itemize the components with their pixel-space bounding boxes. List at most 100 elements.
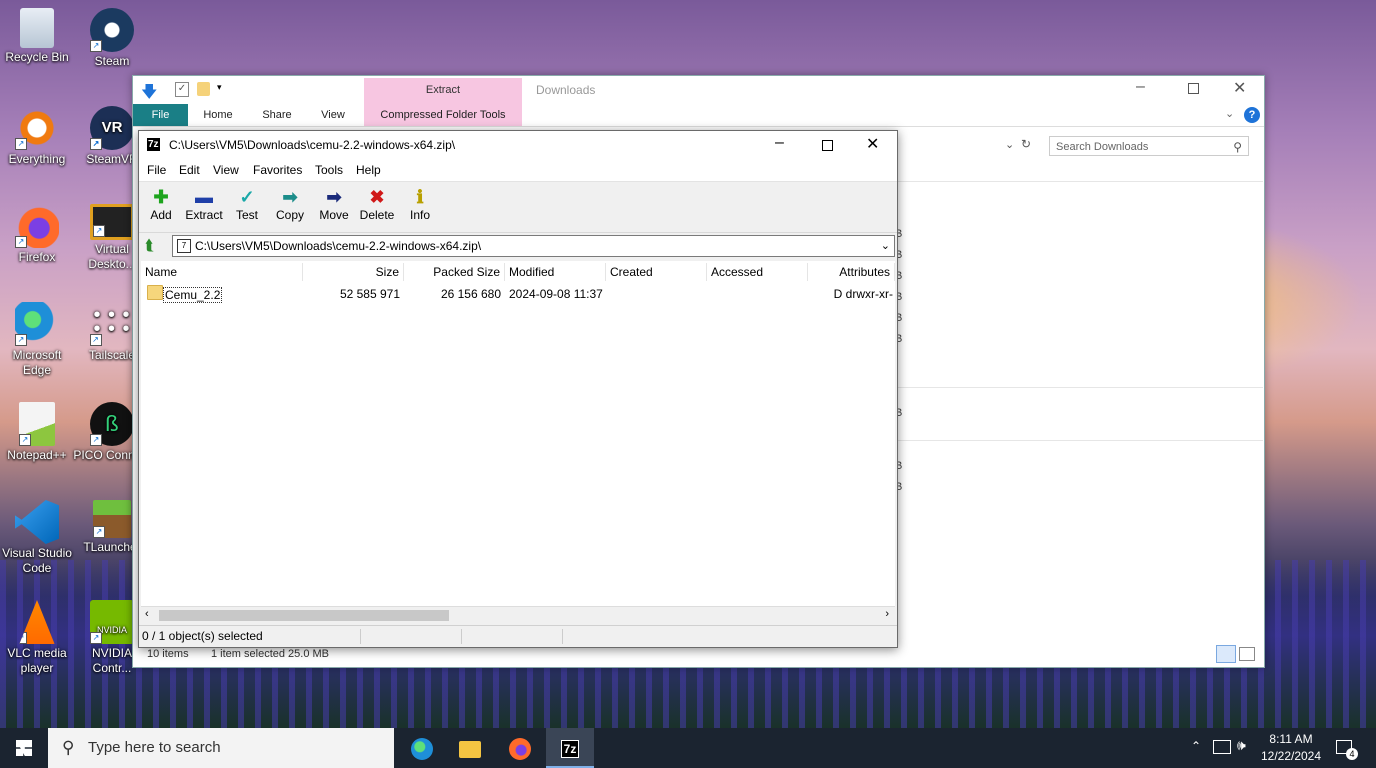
- minimize-icon[interactable]: –: [775, 134, 784, 152]
- checkmark-icon[interactable]: ✓: [175, 82, 189, 97]
- explorer-titlebar: 🡇 ✓ ▾ Extract Downloads – ✕: [133, 76, 1264, 104]
- add-button[interactable]: ✚ Add: [139, 186, 183, 222]
- tab-share[interactable]: Share: [251, 104, 303, 126]
- notepadpp-icon: ↗: [19, 402, 55, 446]
- desktop-icon-edge[interactable]: ↗ Microsoft Edge: [0, 302, 77, 378]
- tab-view[interactable]: View: [308, 104, 358, 126]
- toolbar-label: Copy: [275, 208, 304, 222]
- taskbar-file-explorer[interactable]: [446, 728, 494, 768]
- column-header-attributes[interactable]: Attributes: [808, 263, 895, 281]
- maximize-icon[interactable]: [822, 140, 833, 151]
- desktop-icon-notepadpp[interactable]: ↗ Notepad++: [0, 402, 77, 463]
- 7zip-address-bar[interactable]: 7 C:\Users\VM5\Downloads\cemu-2.2-window…: [172, 235, 895, 257]
- details-view-icon[interactable]: [1216, 645, 1236, 663]
- divider: [562, 629, 563, 644]
- up-folder-icon[interactable]: ⮬: [145, 237, 154, 254]
- copy-icon: ➡: [282, 187, 298, 207]
- tab-compressed-folder-tools[interactable]: Compressed Folder Tools: [364, 104, 522, 126]
- large-icons-view-icon[interactable]: [1239, 647, 1255, 661]
- column-header-modified[interactable]: Modified: [505, 263, 606, 281]
- 7zip-window[interactable]: 7z C:\Users\VM5\Downloads\cemu-2.2-windo…: [138, 130, 898, 648]
- column-header-size[interactable]: Size: [303, 263, 404, 281]
- scroll-right-icon[interactable]: ›: [885, 608, 889, 620]
- maximize-icon[interactable]: [1188, 83, 1199, 94]
- toolbar-label: Info: [409, 208, 430, 222]
- vlc-icon: ↗: [19, 600, 55, 644]
- toolbar-label: Delete: [359, 208, 395, 222]
- edge-icon: ↗: [15, 302, 59, 346]
- 7zip-menubar: File Edit View Favorites Tools Help: [139, 159, 897, 182]
- row-modified: 2024-09-08 11:37: [509, 287, 603, 301]
- address-dropdown-icon[interactable]: ⌄: [881, 236, 890, 256]
- test-button[interactable]: ✓ Test: [225, 186, 269, 222]
- firefox-icon: ↗: [15, 204, 59, 248]
- table-row[interactable]: Cemu_2.2 52 585 971 26 156 680 2024-09-0…: [141, 261, 895, 303]
- dropdown-icon[interactable]: ▾: [217, 82, 222, 93]
- ribbon-expand-icon[interactable]: ⌄: [1225, 107, 1234, 120]
- desktop-icon-everything[interactable]: ↗ Everything: [0, 106, 77, 167]
- 7zip-titlebar: 7z C:\Users\VM5\Downloads\cemu-2.2-windo…: [139, 131, 897, 159]
- clock-date[interactable]: 12/22/2024: [1258, 749, 1324, 763]
- desktop-icon-label: Visual Studio Code: [2, 546, 72, 575]
- info-icon: ℹ: [416, 187, 424, 207]
- desktop-icon-label: Steam: [94, 54, 130, 68]
- volume-icon[interactable]: 🕪: [1237, 737, 1246, 754]
- info-button[interactable]: ℹ Info: [398, 186, 442, 222]
- search-icon: ⚲: [1233, 140, 1242, 154]
- steam-icon: ↗: [90, 8, 134, 52]
- network-icon[interactable]: [1213, 740, 1231, 754]
- column-header-name[interactable]: Name: [141, 263, 303, 281]
- clock-time[interactable]: 8:11 AM: [1262, 732, 1320, 746]
- scroll-left-icon[interactable]: ‹: [145, 608, 149, 620]
- tlauncher-icon: ↗: [93, 500, 131, 538]
- desktop-icon-steam[interactable]: ↗ Steam: [72, 8, 152, 69]
- windows-start-icon[interactable]: [16, 740, 32, 756]
- taskbar-search-box[interactable]: ⚲ Type here to search: [48, 728, 394, 768]
- menu-view[interactable]: View: [213, 163, 239, 177]
- tab-file[interactable]: File: [133, 104, 188, 126]
- selection-status: 0 / 1 object(s) selected: [142, 629, 263, 643]
- taskbar-firefox[interactable]: [496, 728, 544, 768]
- address-dropdown-icon[interactable]: ⌄: [1005, 138, 1014, 151]
- extract-context-tab[interactable]: Extract: [364, 84, 522, 96]
- desktop-icon-recycle-bin[interactable]: Recycle Bin: [0, 8, 77, 65]
- tray-chevron-icon[interactable]: ⌃: [1191, 739, 1201, 753]
- extract-button[interactable]: ▬ Extract: [182, 186, 226, 222]
- refresh-icon[interactable]: ↻: [1021, 137, 1031, 151]
- tab-home[interactable]: Home: [193, 104, 243, 126]
- row-name: Cemu_2.2: [163, 287, 223, 303]
- move-button[interactable]: ➡ Move: [312, 186, 356, 222]
- taskbar-7zip[interactable]: 7z: [546, 728, 594, 768]
- column-header-accessed[interactable]: Accessed: [707, 263, 808, 281]
- menu-help[interactable]: Help: [356, 163, 381, 177]
- desktop-icon-vscode[interactable]: Visual Studio Code: [0, 500, 77, 576]
- notification-badge: 4: [1346, 748, 1358, 760]
- copy-button[interactable]: ➡ Copy: [268, 186, 312, 222]
- 7zip-statusbar: 0 / 1 object(s) selected: [139, 625, 897, 647]
- divider: [461, 629, 462, 644]
- delete-button[interactable]: ✖ Delete: [355, 186, 399, 222]
- column-header-packed-size[interactable]: Packed Size: [404, 263, 505, 281]
- menu-edit[interactable]: Edit: [179, 163, 200, 177]
- menu-file[interactable]: File: [147, 163, 166, 177]
- scrollbar-thumb[interactable]: [159, 610, 449, 621]
- search-downloads-input[interactable]: Search Downloads ⚲: [1049, 136, 1249, 156]
- desktop-icon-firefox[interactable]: ↗ Firefox: [0, 204, 77, 265]
- 7zip-file-list[interactable]: Name Size Packed Size Modified Created A…: [141, 261, 895, 606]
- taskbar-edge[interactable]: [398, 728, 446, 768]
- close-icon[interactable]: ✕: [866, 134, 879, 154]
- close-icon[interactable]: ✕: [1233, 78, 1246, 98]
- help-icon[interactable]: ?: [1244, 107, 1260, 123]
- menu-tools[interactable]: Tools: [315, 163, 343, 177]
- search-icon: ⚲: [62, 738, 75, 757]
- desktop-icon-vlc[interactable]: ↗ VLC media player: [0, 600, 77, 676]
- divider: [895, 387, 1263, 388]
- desktop-icon-label: Microsoft Edge: [12, 348, 62, 377]
- column-header-created[interactable]: Created: [606, 263, 707, 281]
- toolbar-label: Extract: [185, 208, 223, 222]
- horizontal-scrollbar[interactable]: ‹ ›: [141, 606, 895, 624]
- folder-icon[interactable]: [197, 82, 210, 96]
- menu-favorites[interactable]: Favorites: [253, 163, 302, 177]
- row-packed-size: 26 156 680: [440, 287, 501, 301]
- minimize-icon[interactable]: –: [1136, 78, 1145, 96]
